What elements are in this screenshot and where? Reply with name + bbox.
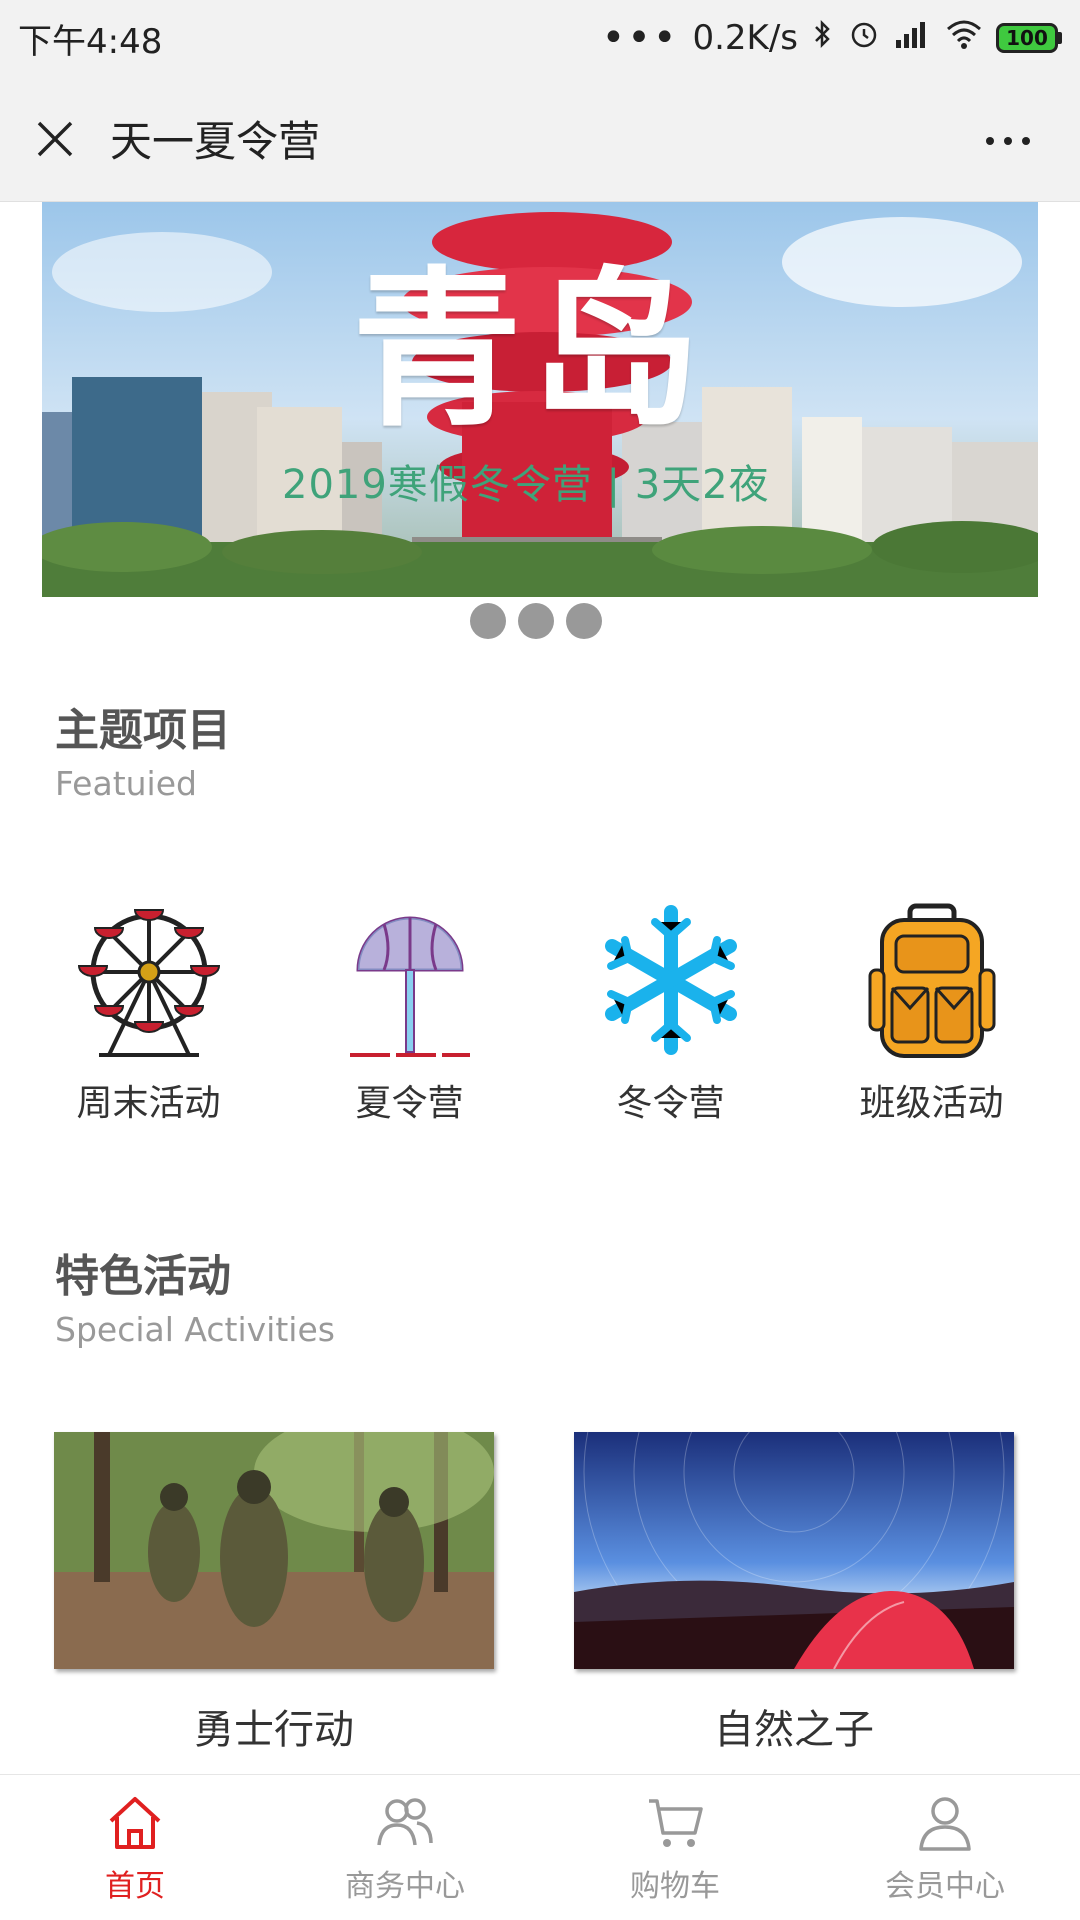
signal-icon: [894, 18, 932, 59]
tab-label: 首页: [105, 1868, 165, 1904]
category-grid: 周末活动 夏令营 冬令营 班级活动: [18, 900, 1062, 1126]
category-summer-camp[interactable]: 夏令营: [279, 900, 540, 1126]
cart-icon: [649, 1798, 703, 1847]
banner-subtitle: 2019寒假冬令营 | 3天2夜: [282, 462, 770, 508]
backpack-icon: [868, 903, 995, 1058]
wifi-icon: [946, 18, 982, 58]
activity-card-nature[interactable]: 自然之子: [574, 1432, 1014, 1755]
tab-label: 商务中心: [345, 1868, 465, 1904]
featured-subtitle: Featuied: [55, 764, 197, 803]
special-title: 特色活动: [55, 1251, 231, 1302]
home-icon: [109, 1796, 161, 1849]
users-icon: [377, 1797, 433, 1845]
category-label: 冬令营: [616, 1083, 725, 1124]
nav-bar: 天一夏令营: [0, 76, 1080, 202]
activity-label: 勇士行动: [194, 1707, 354, 1753]
category-label: 周末活动: [76, 1083, 221, 1124]
category-weekend[interactable]: 周末活动: [18, 900, 279, 1126]
ferris-wheel-icon: [77, 909, 220, 1057]
battery-level: 100: [996, 23, 1058, 53]
tab-member[interactable]: 会员中心: [810, 1775, 1080, 1920]
category-class-activity[interactable]: 班级活动: [801, 900, 1062, 1126]
status-time: 下午4:48: [18, 21, 163, 62]
category-winter-camp[interactable]: 冬令营: [540, 900, 801, 1126]
umbrella-icon: [349, 916, 470, 1057]
tab-home[interactable]: 首页: [0, 1775, 270, 1920]
activity-image: [54, 1432, 494, 1669]
category-label: 夏令营: [355, 1083, 464, 1124]
banner-title: 青岛: [352, 250, 709, 450]
activity-list: 勇士行动 自然之子: [54, 1432, 1014, 1755]
page-title: 天一夏令营: [110, 117, 321, 166]
special-subtitle: Special Activities: [55, 1310, 335, 1349]
tab-label: 购物车: [630, 1868, 720, 1904]
featured-title: 主题项目: [55, 705, 231, 756]
carousel-dot[interactable]: [518, 603, 554, 639]
activity-card-warrior[interactable]: 勇士行动: [54, 1432, 494, 1755]
carousel-dot[interactable]: [566, 603, 602, 639]
carousel-dot[interactable]: [470, 603, 506, 639]
close-icon: [37, 121, 73, 156]
banner-carousel[interactable]: 青岛 2019寒假冬令营 | 3天2夜: [42, 202, 1038, 597]
battery-icon: 100: [996, 23, 1062, 53]
user-icon: [919, 1796, 971, 1851]
category-label: 班级活动: [859, 1083, 1004, 1124]
activity-image: [574, 1432, 1014, 1669]
carousel-indicator[interactable]: [470, 603, 602, 639]
tab-business[interactable]: 商务中心: [270, 1775, 540, 1920]
network-speed: 0.2K/s: [692, 18, 798, 58]
tab-cart[interactable]: 购物车: [540, 1775, 810, 1920]
status-bar: 下午4:48 ••• 0.2K/s 100: [0, 0, 1080, 76]
alarm-icon: [848, 18, 880, 59]
more-menu-button[interactable]: [978, 116, 1038, 166]
tab-label: 会员中心: [885, 1868, 1005, 1904]
bluetooth-icon: [812, 18, 834, 59]
tab-bar: 首页 商务中心 购物车 会员中心: [0, 1774, 1080, 1920]
more-dots-icon: •••: [601, 15, 679, 61]
close-button[interactable]: [0, 76, 110, 202]
activity-label: 自然之子: [714, 1707, 874, 1753]
snowflake-icon: [604, 905, 737, 1055]
